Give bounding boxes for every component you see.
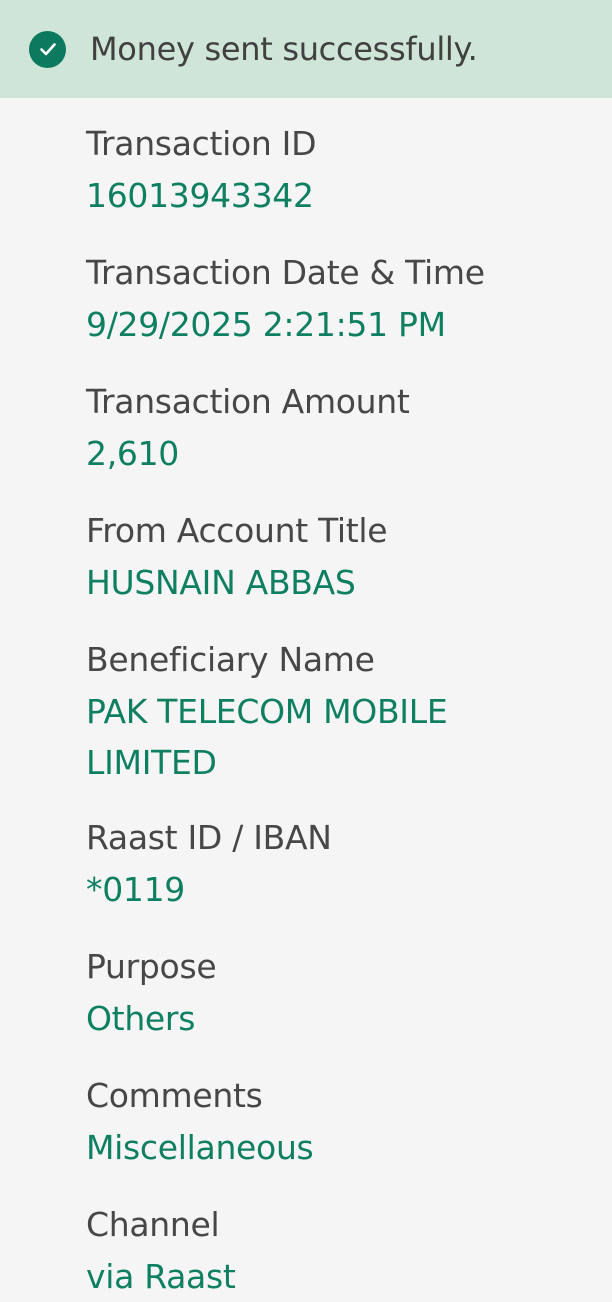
detail-value: Miscellaneous — [86, 1128, 314, 1167]
detail-label: From Account Title — [86, 511, 388, 550]
detail-value: PAK TELECOM MOBILE LIMITED — [86, 692, 448, 782]
detail-label: Transaction ID — [86, 124, 317, 163]
detail-value: Others — [86, 999, 196, 1038]
detail-value: 2,610 — [86, 434, 179, 473]
detail-label: Raast ID / IBAN — [86, 818, 332, 857]
detail-value: 16013943342 — [86, 176, 314, 215]
detail-transaction-amount: Transaction Amount 2,610 — [86, 376, 596, 479]
detail-value: HUSNAIN ABBAS — [86, 563, 356, 602]
detail-transaction-date-time: Transaction Date & Time 9/29/2025 2:21:5… — [86, 247, 596, 350]
detail-channel: Channel via Raast — [86, 1199, 596, 1302]
detail-label: Beneficiary Name — [86, 640, 375, 679]
detail-from-account-title: From Account Title HUSNAIN ABBAS — [86, 505, 596, 608]
detail-value: via Raast — [86, 1257, 236, 1296]
detail-transaction-id: Transaction ID 16013943342 — [86, 118, 596, 221]
detail-value: *0119 — [86, 870, 185, 909]
detail-comments: Comments Miscellaneous — [86, 1070, 596, 1173]
detail-label: Purpose — [86, 947, 217, 986]
success-banner: Money sent successfully. — [0, 0, 612, 98]
detail-label: Transaction Amount — [86, 382, 410, 421]
detail-label: Comments — [86, 1076, 263, 1115]
detail-raast-id-iban: Raast ID / IBAN *0119 — [86, 812, 596, 915]
detail-purpose: Purpose Others — [86, 941, 596, 1044]
detail-value: 9/29/2025 2:21:51 PM — [86, 305, 446, 344]
detail-label: Channel — [86, 1205, 220, 1244]
success-message: Money sent successfully. — [90, 30, 478, 68]
detail-beneficiary-name: Beneficiary Name PAK TELECOM MOBILE LIMI… — [86, 634, 486, 788]
detail-label: Transaction Date & Time — [86, 253, 485, 292]
check-circle-icon — [29, 30, 66, 68]
